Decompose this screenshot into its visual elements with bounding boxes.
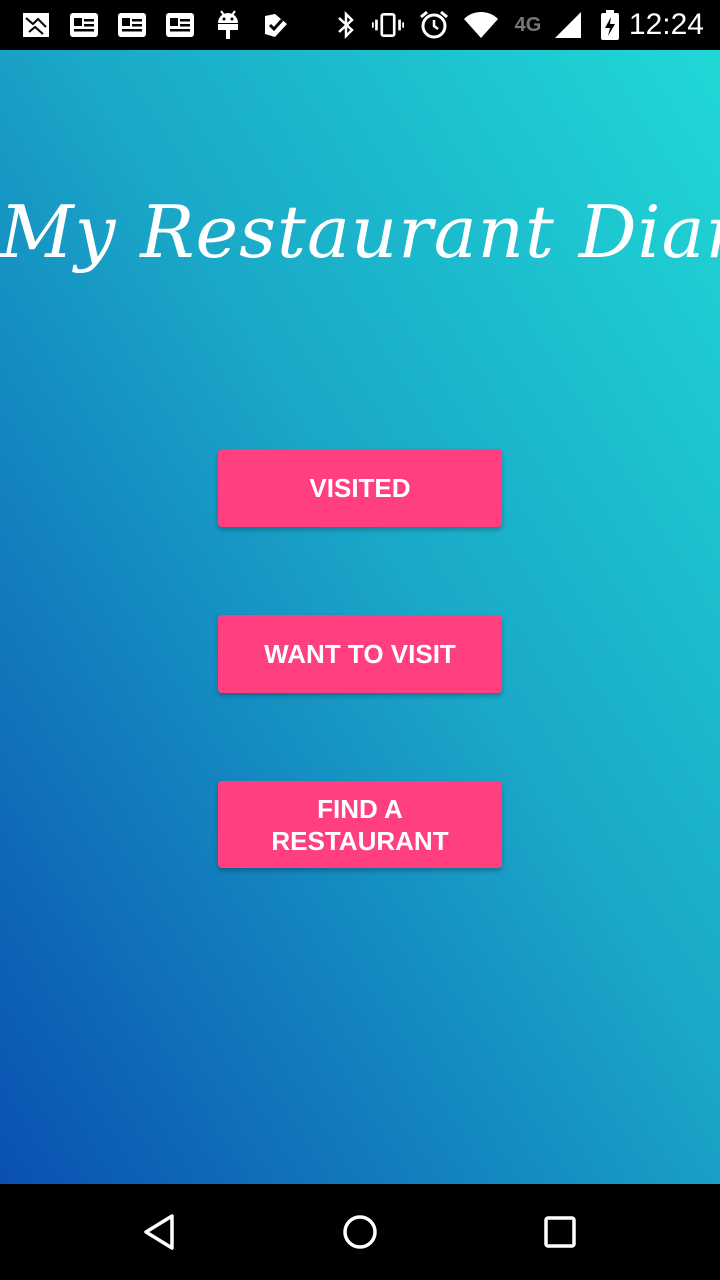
wifi-icon <box>462 9 500 41</box>
status-time: 12:24 <box>628 8 704 41</box>
signal-icon <box>552 9 584 41</box>
navigation-bar <box>0 1184 720 1280</box>
vibrate-icon <box>372 9 404 41</box>
want-to-visit-button[interactable]: WANT TO VISIT <box>218 615 502 693</box>
status-bar: 4G 12:24 <box>0 0 720 50</box>
battery-charging-icon <box>594 9 626 41</box>
visited-button[interactable]: VISITED <box>218 449 502 527</box>
app-title: My Restaurant Diary <box>0 190 720 274</box>
news-icon <box>164 9 196 41</box>
alarm-icon <box>418 9 450 41</box>
android-icon <box>212 9 244 41</box>
recents-icon[interactable] <box>536 1208 584 1256</box>
app-content: My Restaurant Diary VISITED WANT TO VISI… <box>0 50 720 1184</box>
home-icon[interactable] <box>336 1208 384 1256</box>
news-icon <box>68 9 100 41</box>
news-icon <box>116 9 148 41</box>
bluetooth-icon <box>330 9 362 41</box>
play-store-icon <box>260 9 292 41</box>
gallery-icon <box>20 9 52 41</box>
network-type: 4G <box>514 13 542 36</box>
back-icon[interactable] <box>136 1208 184 1256</box>
screen: 4G 12:24 My Restaurant Diary VISITED WAN… <box>0 0 720 1280</box>
find-restaurant-button[interactable]: FIND A RESTAURANT <box>218 781 502 868</box>
